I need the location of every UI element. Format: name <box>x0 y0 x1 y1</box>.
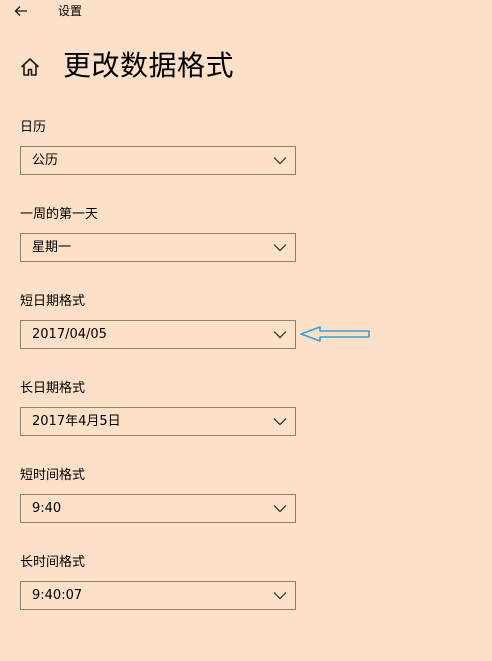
home-icon[interactable] <box>19 56 41 78</box>
short-date-dropdown[interactable]: 2017/04/05 <box>20 320 296 349</box>
chevron-down-icon <box>273 244 287 252</box>
page-title: 更改数据格式 <box>63 49 235 82</box>
short-date-value: 2017/04/05 <box>32 327 107 342</box>
long-date-value: 2017年4月5日 <box>32 414 121 429</box>
arrow-left-icon <box>14 6 27 16</box>
first-day-of-week-value: 星期一 <box>32 240 72 255</box>
chevron-down-icon <box>273 505 287 513</box>
calendar-dropdown[interactable]: 公历 <box>20 146 296 175</box>
long-time-dropdown[interactable]: 9:40:07 <box>20 581 296 610</box>
chevron-down-icon <box>273 592 287 600</box>
first-day-of-week-dropdown[interactable]: 星期一 <box>20 233 296 262</box>
callout-arrow-icon <box>300 326 370 342</box>
long-time-value: 9:40:07 <box>32 588 83 603</box>
long-time-label: 长时间格式 <box>20 555 86 570</box>
chevron-down-icon <box>273 418 287 426</box>
title-bar: 设置 <box>0 0 492 24</box>
long-date-label: 长日期格式 <box>20 381 86 396</box>
short-time-label: 短时间格式 <box>20 468 86 483</box>
app-title: 设置 <box>58 4 83 18</box>
first-day-of-week-label: 一周的第一天 <box>20 207 99 222</box>
short-date-label: 短日期格式 <box>20 294 86 309</box>
calendar-label: 日历 <box>20 120 47 135</box>
long-date-dropdown[interactable]: 2017年4月5日 <box>20 407 296 436</box>
chevron-down-icon <box>273 157 287 165</box>
calendar-value: 公历 <box>32 153 59 168</box>
short-time-value: 9:40 <box>32 501 62 516</box>
chevron-down-icon <box>273 331 287 339</box>
back-button[interactable] <box>8 0 34 22</box>
short-time-dropdown[interactable]: 9:40 <box>20 494 296 523</box>
